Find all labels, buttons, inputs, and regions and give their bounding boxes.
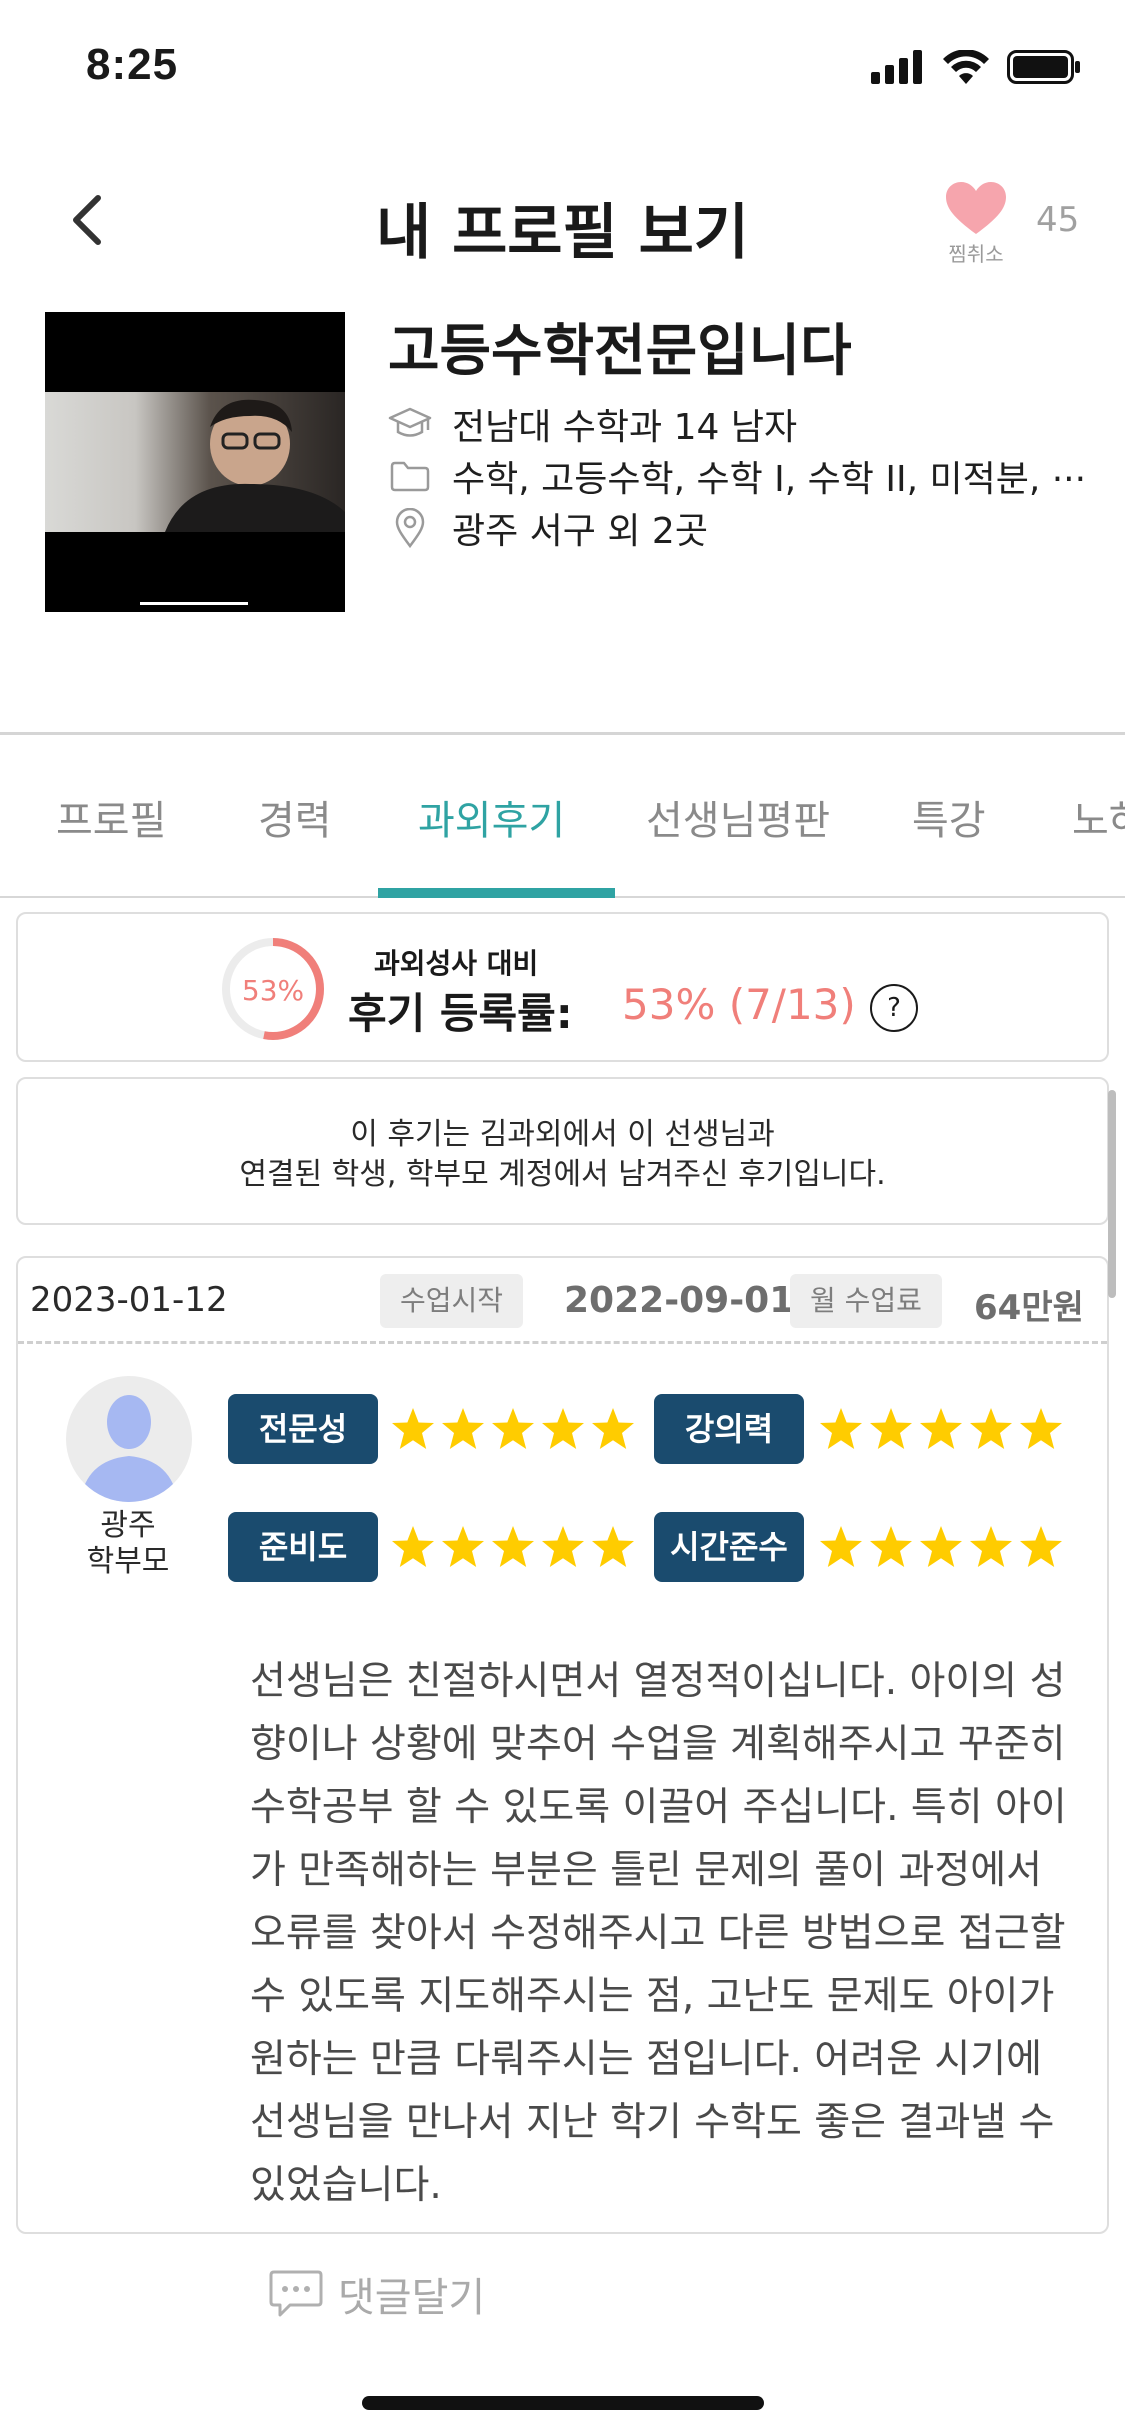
star-icon: [970, 1408, 1012, 1449]
tab-knowhow[interactable]: 노하: [1072, 788, 1125, 846]
score-stars-punctuality: [818, 1524, 1064, 1570]
favorite-count: 45: [1036, 200, 1080, 240]
review-body: 선생님은 친절하시면서 열정적이십니다. 아이의 성향이나 상황에 맞추어 수업…: [250, 1659, 1067, 2208]
notice-line-2: 연결된 학생, 학부모 계정에서 남겨주신 후기입니다.: [239, 1157, 886, 1192]
tab-lecture[interactable]: 특강: [912, 788, 986, 846]
home-indicator: [362, 2396, 764, 2410]
location-text: 광주 서구 외 2곳: [452, 511, 708, 552]
review-rate-caption: 과외성사 대비: [374, 947, 539, 980]
tab-reputation[interactable]: 선생님평판: [646, 788, 830, 846]
favorite-label: 찜취소: [948, 242, 1004, 266]
star-icon: [542, 1408, 584, 1449]
review-rate-label: 후기 등록률:: [348, 989, 573, 1038]
active-tab-indicator: [378, 888, 615, 898]
star-icon: [392, 1408, 434, 1449]
tab-bar: 프로필 경력 과외후기 선생님평판 특강 노하: [0, 770, 1125, 895]
header: 내 프로필 보기 찜취소 45: [0, 150, 1125, 290]
battery-icon: [1007, 50, 1080, 84]
star-icon: [820, 1408, 862, 1449]
review-rate-value: 53% (7/13): [622, 980, 856, 1029]
status-time: 8:25: [86, 40, 179, 89]
review-rate-ring-label: 53%: [241, 974, 305, 1007]
score-label-teaching: 강의력: [654, 1394, 804, 1464]
info-education: 전남대 수학과 14 남자: [388, 398, 797, 450]
graduation-cap-icon: [388, 404, 432, 444]
score-label-preparation: 준비도: [228, 1512, 378, 1582]
help-icon[interactable]: ?: [870, 984, 918, 1032]
review-card: 2023-01-12 수업시작 2022-09-01 월 수업료 64만원 광주…: [16, 1256, 1109, 2234]
comment-label: 댓글달기: [338, 2275, 486, 2321]
star-icon: [592, 1526, 634, 1567]
score-label-expertise: 전문성: [228, 1394, 378, 1464]
star-icon: [870, 1408, 912, 1449]
status-bar: 8:25: [0, 0, 1125, 135]
star-icon: [392, 1526, 434, 1567]
section-divider: [0, 732, 1125, 735]
favorite-button[interactable]: 찜취소: [936, 180, 1016, 267]
score-label-punctuality: 시간준수: [654, 1512, 804, 1582]
score-stars-teaching: [818, 1406, 1064, 1452]
scrollbar[interactable]: [1108, 1090, 1116, 1298]
star-icon: [820, 1526, 862, 1567]
profile-photo[interactable]: [45, 312, 345, 612]
review-rate-card: 53% 과외성사 대비 후기 등록률: 53% (7/13) ?: [16, 912, 1109, 1062]
monthly-fee-label: 월 수업료: [790, 1274, 942, 1328]
monthly-fee-value: 64만원: [974, 1288, 1084, 1328]
user-avatar-icon: [80, 1395, 178, 1502]
signal-icon: [871, 50, 922, 84]
review-author: 광주 학부모: [48, 1508, 208, 1580]
avatar: [66, 1376, 192, 1502]
education-text: 전남대 수학과 14 남자: [452, 407, 798, 448]
profile-photo-scene: [45, 392, 345, 532]
status-icons: [871, 50, 1081, 84]
person-silhouette: [165, 399, 345, 532]
tab-reviews[interactable]: 과외후기: [418, 788, 565, 846]
star-icon: [592, 1408, 634, 1449]
star-icon: [442, 1408, 484, 1449]
info-subjects: 수학, 고등수학, 수학 I, 수학 II, 미적분, ···: [388, 450, 1086, 502]
star-icon: [542, 1526, 584, 1567]
star-icon: [970, 1526, 1012, 1567]
star-icon: [920, 1526, 962, 1567]
star-icon: [1020, 1408, 1062, 1449]
subjects-text: 수학, 고등수학, 수학 I, 수학 II, 미적분, ···: [452, 459, 1087, 500]
tab-profile[interactable]: 프로필: [56, 788, 166, 846]
review-meta: 2023-01-12 수업시작 2022-09-01 월 수업료 64만원: [18, 1258, 1107, 1344]
class-start-label: 수업시작: [380, 1274, 524, 1328]
info-location: 광주 서구 외 2곳: [388, 502, 708, 554]
star-icon: [920, 1408, 962, 1449]
notice-text: 이 후기는 김과외에서 이 선생님과 연결된 학생, 학부모 계정에서 남겨주신…: [18, 1115, 1107, 1195]
star-icon: [1020, 1526, 1062, 1567]
notice-line-1: 이 후기는 김과외에서 이 선생님과: [350, 1117, 775, 1152]
review-notice-card: 이 후기는 김과외에서 이 선생님과 연결된 학생, 학부모 계정에서 남겨주신…: [16, 1077, 1109, 1225]
comment-icon: [269, 2270, 323, 2317]
class-start-date: 2022-09-01: [564, 1280, 795, 1321]
star-icon: [492, 1526, 534, 1567]
score-stars-preparation: [390, 1524, 636, 1570]
star-icon: [870, 1526, 912, 1567]
star-icon: [442, 1526, 484, 1567]
author-region: 광주: [100, 1508, 156, 1543]
score-stars-expertise: [390, 1406, 636, 1452]
photo-overlay-line: [140, 602, 248, 605]
comment-button[interactable]: 댓글달기: [268, 2265, 485, 2323]
author-role: 학부모: [86, 1544, 170, 1579]
review-date: 2023-01-12: [30, 1280, 228, 1320]
heart-icon: [946, 182, 1006, 234]
star-icon: [492, 1408, 534, 1449]
folder-icon: [388, 456, 432, 496]
location-pin-icon: [388, 508, 432, 548]
tab-career[interactable]: 경력: [258, 788, 332, 846]
profile-name: 고등수학전문입니다: [388, 319, 852, 384]
wifi-icon: [943, 50, 989, 84]
